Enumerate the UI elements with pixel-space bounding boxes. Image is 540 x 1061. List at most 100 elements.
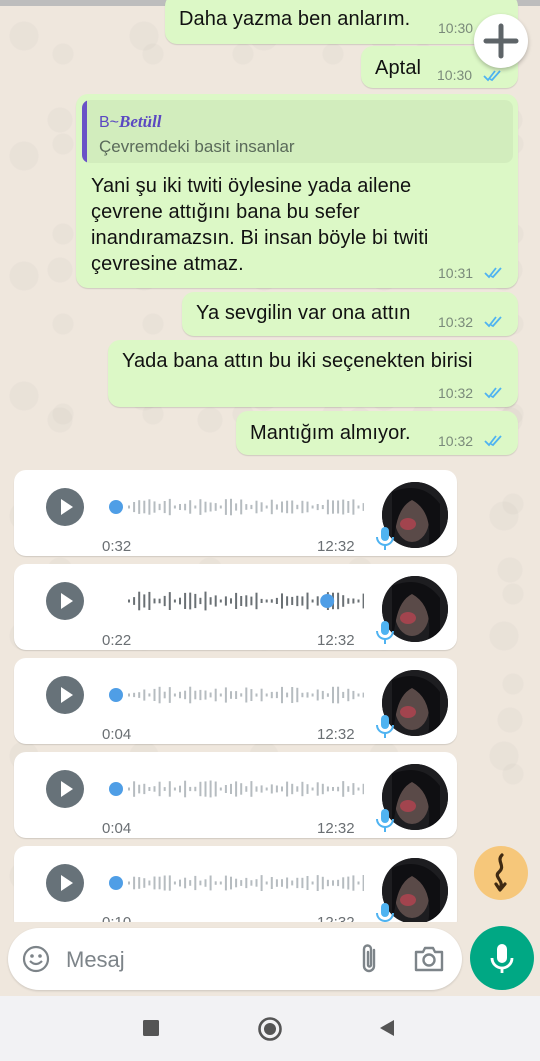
waveform-bar	[194, 593, 197, 609]
waveform[interactable]	[94, 870, 364, 896]
waveform-bar	[281, 501, 283, 513]
waveform-bar	[326, 786, 329, 792]
voice-message-bubble[interactable]: 0:22 12:32	[14, 564, 457, 650]
waveform-bar	[265, 505, 268, 509]
waveform-bar	[163, 691, 166, 699]
waveform-bar	[179, 785, 181, 793]
waveform-bar	[316, 504, 319, 511]
message-input[interactable]: Mesaj	[66, 947, 125, 973]
play-icon	[61, 781, 73, 797]
waveform-bar	[143, 878, 146, 888]
waveform-bar	[296, 877, 299, 889]
emoji-icon[interactable]	[22, 945, 50, 973]
waveform-bar	[143, 594, 146, 608]
waveform-bar	[275, 504, 278, 510]
waveform-bar	[250, 596, 253, 606]
voice-message-bubble[interactable]: 0:04 12:32	[14, 658, 457, 744]
playback-position-dot	[109, 688, 123, 702]
microphone-icon	[376, 903, 394, 922]
waveform-bar	[143, 500, 146, 514]
recent-apps-icon[interactable]	[142, 1019, 160, 1037]
waveform-bar	[158, 503, 161, 511]
waveform-bar	[281, 786, 283, 792]
waveform[interactable]	[94, 776, 364, 802]
voice-message-bubble[interactable]: 0:04 12:32	[14, 752, 457, 838]
waveform[interactable]	[94, 682, 364, 708]
waveform-bar	[163, 595, 166, 607]
waveform-bar	[240, 783, 243, 795]
message-bubble[interactable]: Ya sevgilin var ona attın 10:32	[182, 292, 518, 336]
paperclip-icon[interactable]	[358, 943, 382, 975]
waveform[interactable]	[94, 494, 364, 520]
message-text-line: inandıramazsın. Bi insan böyle bi twiti	[91, 227, 429, 249]
waveform-bar	[209, 692, 212, 698]
waveform-bar	[316, 875, 319, 891]
waveform-bar	[291, 500, 294, 514]
read-ticks-icon	[484, 387, 502, 399]
voice-duration: 0:22	[102, 632, 132, 649]
waveform[interactable]	[94, 588, 364, 614]
waveform-bar	[219, 787, 222, 791]
waveform-bar	[230, 691, 232, 699]
message-time: 10:30	[438, 20, 474, 36]
voice-message-bubble[interactable]: 0:10 12:32	[14, 846, 457, 922]
message-bubble[interactable]: Daha yazma ben anlarım. 10:30	[165, 0, 518, 44]
waveform-bar	[362, 692, 364, 698]
play-button[interactable]	[46, 770, 84, 808]
playback-position-dot	[320, 594, 335, 608]
waveform-bar	[224, 596, 227, 606]
waveform-bar	[270, 691, 273, 699]
waveform-bar	[240, 693, 243, 697]
voice-message-bubble[interactable]: 0:32 12:32	[14, 470, 457, 556]
waveform-bar	[306, 692, 309, 698]
waveform-bar	[138, 784, 141, 794]
waveform-bar	[143, 783, 146, 795]
waveform-bar	[163, 501, 166, 514]
waveform-bar	[352, 875, 355, 891]
waveform-bar	[281, 879, 283, 887]
quote-text: Çevremdeki basit insanlar	[99, 137, 295, 156]
waveform-bar	[311, 505, 314, 509]
waveform-bar	[250, 504, 253, 510]
voice-duration: 0:04	[102, 820, 132, 837]
message-time: 10:31	[438, 265, 474, 281]
play-button[interactable]	[46, 864, 84, 902]
play-button[interactable]	[46, 676, 84, 714]
waveform-bar	[153, 501, 156, 513]
home-icon[interactable]	[257, 1016, 283, 1042]
message-text: Ya sevgilin var ona attın	[196, 302, 411, 324]
waveform-bar	[352, 690, 355, 700]
sticker-fab-button[interactable]	[474, 846, 528, 900]
message-text-line: Yani şu iki twiti öylesine yada ailene	[91, 175, 412, 197]
message-text: Aptal	[375, 57, 422, 79]
waveform-bar	[281, 686, 283, 704]
play-button[interactable]	[46, 488, 84, 526]
waveform-bar	[219, 881, 222, 885]
waveform-bar	[260, 875, 263, 891]
add-fab-button[interactable]	[474, 14, 528, 68]
message-time: 10:30	[437, 67, 473, 83]
back-icon[interactable]	[377, 1018, 397, 1038]
voice-record-button[interactable]	[470, 926, 534, 990]
waveform-bar	[128, 505, 130, 509]
voice-time: 12:32	[317, 914, 355, 922]
quoted-message[interactable]: B~Betüll Çevremdeki basit insanlar	[82, 100, 513, 163]
camera-icon[interactable]	[413, 945, 445, 973]
play-button[interactable]	[46, 582, 84, 620]
waveform-bar	[224, 785, 227, 793]
waveform-bar	[179, 597, 181, 605]
chat-area[interactable]: Daha yazma ben anlarım. 10:30 Aptal 10:3…	[0, 0, 540, 922]
waveform-bar	[352, 598, 355, 604]
waveform-bar	[265, 787, 268, 791]
waveform-bar	[357, 599, 360, 603]
message-bubble[interactable]: Yada bana attın bu iki seçenekten birisi…	[108, 340, 518, 407]
message-bubble[interactable]: Mantığım almıyor. 10:32	[236, 411, 518, 455]
waveform-bar	[158, 781, 161, 797]
play-icon	[61, 875, 73, 891]
waveform-bar	[260, 785, 263, 793]
waveform-bar	[332, 787, 334, 791]
play-icon	[61, 687, 73, 703]
message-text: Yada bana attın bu iki seçenekten birisi	[122, 350, 473, 372]
waveform-bar	[148, 787, 151, 791]
message-input-bar[interactable]: Mesaj	[8, 928, 462, 990]
